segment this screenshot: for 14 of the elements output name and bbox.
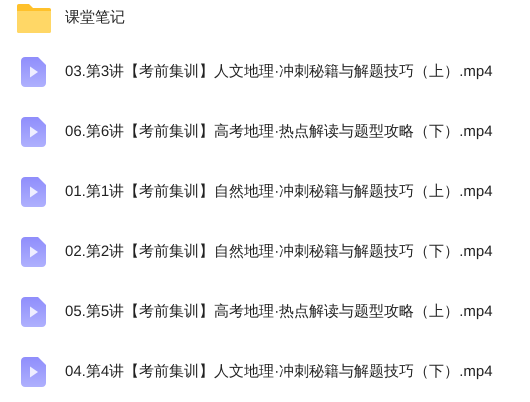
file-name[interactable]: 05.第5讲【考前集训】高考地理·热点解读与题型攻略（上）.mp4: [65, 300, 493, 324]
file-name[interactable]: 06.第6讲【考前集训】高考地理·热点解读与题型攻略（下）.mp4: [65, 120, 493, 144]
video-file-icon: [21, 297, 46, 327]
folder-icon: [16, 4, 50, 33]
file-name[interactable]: 01.第1讲【考前集训】自然地理·冲刺秘籍与解题技巧（上）.mp4: [65, 180, 493, 204]
video-file-icon: [21, 117, 46, 147]
video-file-icon: [21, 57, 46, 87]
file-name[interactable]: 课堂笔记: [65, 7, 125, 30]
file-name[interactable]: 04.第4讲【考前集训】人文地理·冲刺秘籍与解题技巧（下）.mp4: [65, 360, 493, 384]
video-file-icon: [21, 237, 46, 267]
video-file-icon: [21, 357, 46, 387]
file-name[interactable]: 03.第3讲【考前集训】人文地理·冲刺秘籍与解题技巧（上）.mp4: [65, 60, 493, 84]
video-file-icon: [21, 177, 46, 207]
file-name[interactable]: 02.第2讲【考前集训】自然地理·冲刺秘籍与解题技巧（下）.mp4: [65, 240, 493, 264]
